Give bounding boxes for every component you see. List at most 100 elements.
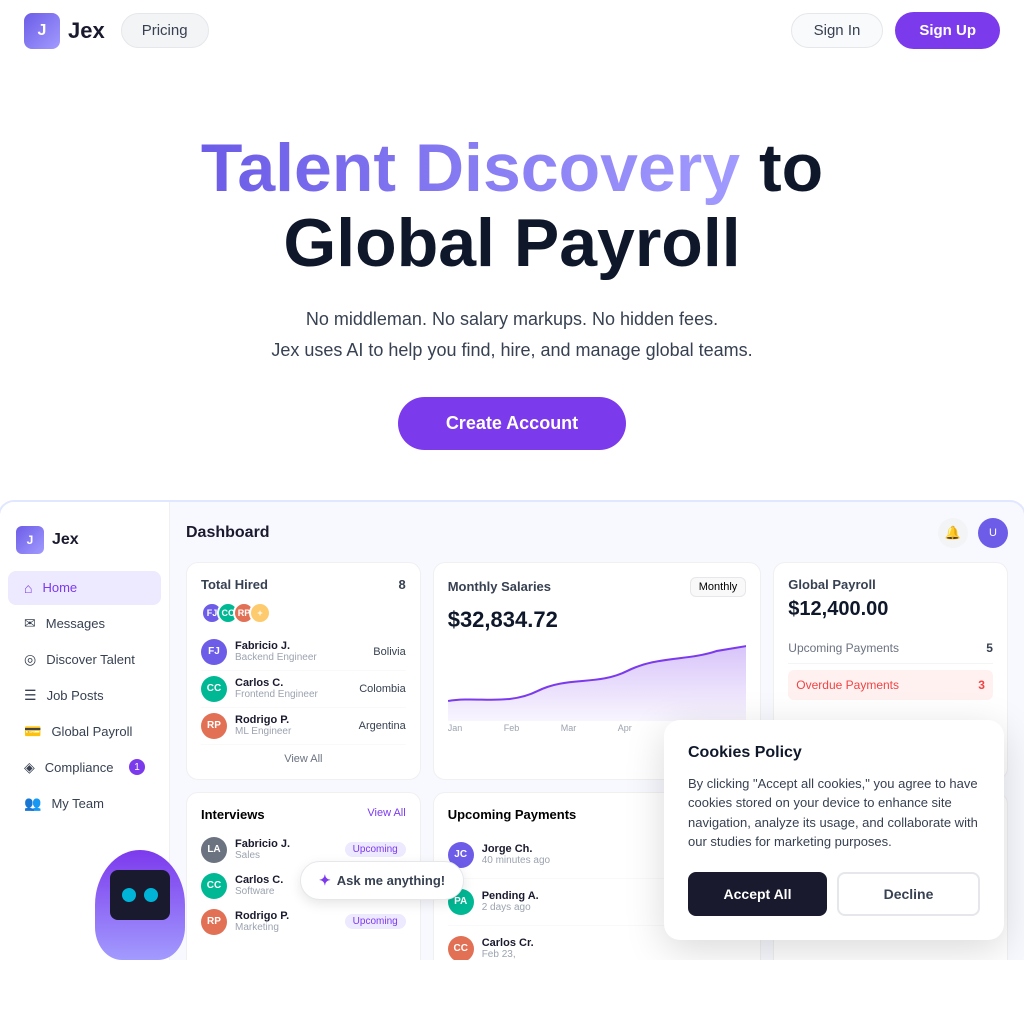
total-hired-label: Total Hired [201,577,268,592]
logo-name: Jex [68,18,105,44]
global-payroll-label: Global Payroll [788,577,993,592]
sidebar-item-discover[interactable]: ◎ Discover Talent [8,642,161,677]
upcoming-payments-count: 5 [986,641,993,655]
payroll-amount: $12,400.00 [788,598,993,621]
compliance-icon: ◈ [24,759,35,776]
logo-icon: J [24,13,60,49]
sidebar-item-team[interactable]: 👥 My Team [8,786,161,821]
sidebar-item-label: Home [42,580,77,595]
dashboard-preview: J Jex ⌂ Home ✉ Messages ◎ Discover Talen… [0,500,1024,960]
salary-chart [448,641,747,721]
sidebar-item-jobs[interactable]: ☰ Job Posts [8,678,161,713]
sidebar-item-label: Compliance [45,760,114,775]
emp-country: Argentina [359,720,406,732]
avatar: FJ [201,639,227,665]
ai-ask-button[interactable]: ✦ Ask me anything! [300,861,464,900]
signup-button[interactable]: Sign Up [895,12,1000,49]
header-icons: 🔔 U [938,518,1008,548]
sidebar-item-compliance[interactable]: ◈ Compliance 1 [8,750,161,785]
cookie-title: Cookies Policy [688,744,980,762]
avatar-icon[interactable]: U [978,518,1008,548]
status-badge: Upcoming [345,914,406,929]
int-name: Rodrigo P. [235,910,337,922]
upcoming-section-label: Upcoming Payments [448,807,577,822]
table-row: CC Carlos C. Frontend Engineer Colombia [201,671,406,708]
cookie-buttons: Accept All Decline [688,872,980,916]
upcoming-payments-row: Upcoming Payments 5 [788,633,993,664]
monthly-dropdown[interactable]: Monthly [690,577,747,597]
sidebar-item-messages[interactable]: ✉ Messages [8,606,161,641]
create-account-button[interactable]: Create Account [398,397,626,450]
emp-role: Frontend Engineer [235,689,351,700]
status-badge: Upcoming [345,842,406,857]
messages-icon: ✉ [24,615,36,632]
ai-button-label: Ask me anything! [337,873,445,888]
hero-title: Talent Discovery toGlobal Payroll [40,131,984,281]
chart-label: Feb [504,723,520,733]
discover-icon: ◎ [24,651,36,668]
upcoming-payments-label: Upcoming Payments [788,641,899,655]
chart-label: Mar [561,723,577,733]
emp-country: Colombia [359,683,405,695]
table-row: FJ Fabricio J. Backend Engineer Bolivia [201,634,406,671]
dashboard-title: Dashboard [186,524,270,542]
compliance-badge: 1 [129,759,145,775]
hero-title-gradient: Talent Discovery [201,130,740,206]
pricing-nav-button[interactable]: Pricing [121,13,209,48]
sidebar-item-label: Messages [46,616,105,631]
dash-logo: J Jex [0,518,169,570]
navbar: J Jex Pricing Sign In Sign Up [0,0,1024,61]
avatar: CC [201,873,227,899]
total-hired-card: Total Hired 8 FJ CC RP + FJ Fabricio J. … [186,562,421,780]
home-icon: ⌂ [24,580,32,596]
emp-name: Rodrigo P. [235,714,351,726]
table-row: RP Rodrigo P. ML Engineer Argentina [201,708,406,745]
hero-desc: Jex uses AI to help you find, hire, and … [40,340,984,361]
signin-button[interactable]: Sign In [791,13,884,48]
emp-role: ML Engineer [235,726,351,737]
avatar: + [249,602,271,624]
interviews-label: Interviews [201,807,265,822]
sidebar-item-payroll[interactable]: 💳 Global Payroll [8,714,161,749]
avatar: CC [201,676,227,702]
list-item: RP Rodrigo P. Marketing Upcoming [201,904,406,940]
sidebar-item-home[interactable]: ⌂ Home [8,571,161,605]
robot-character [80,840,200,960]
jobs-icon: ☰ [24,687,37,704]
emp-name: Fabricio J. [235,640,365,652]
interviews-view-all[interactable]: View All [367,807,405,822]
ai-star-icon: ✦ [319,872,331,889]
overdue-count: 3 [978,678,985,692]
team-icon: 👥 [24,795,41,812]
hero-subtitle: No middleman. No salary markups. No hidd… [40,309,984,330]
dash-logo-name: Jex [52,531,79,549]
emp-name: Carlos C. [235,677,351,689]
sidebar-item-label: My Team [51,796,104,811]
nav-right: Sign In Sign Up [791,12,1000,49]
chart-label: Jan [448,723,463,733]
logo: J Jex [24,13,105,49]
payroll-icon: 💳 [24,723,41,740]
hero-section: Talent Discovery toGlobal Payroll No mid… [0,61,1024,500]
total-hired-count: 8 [398,577,405,592]
salary-amount: $32,834.72 [448,607,747,633]
avatar: LA [201,837,227,863]
avatar: RP [201,909,227,935]
decline-cookies-button[interactable]: Decline [837,872,980,916]
int-role: Marketing [235,922,337,933]
nav-left: J Jex Pricing [24,13,209,49]
monthly-salaries-label: Monthly Salaries [448,579,551,594]
upcoming-date: Feb 23, [482,949,747,960]
avatars-group: FJ CC RP + [201,602,406,624]
emp-country: Bolivia [373,646,405,658]
avatar: RP [201,713,227,739]
dash-header: Dashboard 🔔 U [186,518,1008,548]
notifications-icon[interactable]: 🔔 [938,518,968,548]
view-all-link[interactable]: View All [201,753,406,765]
sidebar-item-label: Global Payroll [51,724,132,739]
sidebar-item-label: Discover Talent [46,652,135,667]
int-name: Fabricio J. [235,838,337,850]
sidebar-item-label: Job Posts [47,688,104,703]
dash-logo-icon: J [16,526,44,554]
accept-cookies-button[interactable]: Accept All [688,872,827,916]
